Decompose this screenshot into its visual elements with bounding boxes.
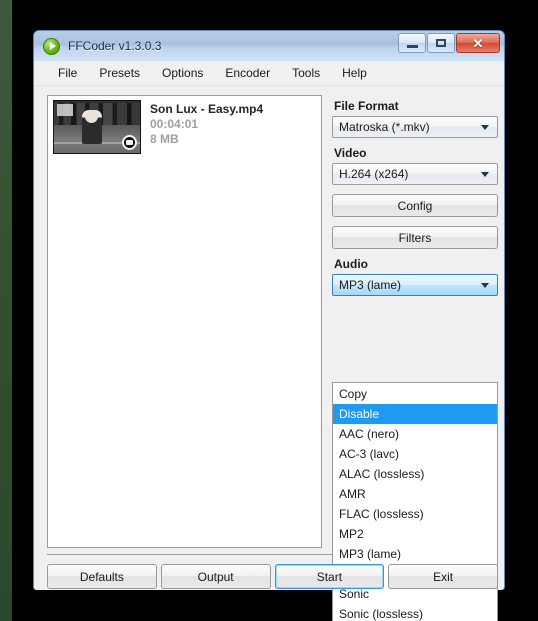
- output-button[interactable]: Output: [160, 564, 271, 589]
- close-icon: ✕: [472, 35, 484, 51]
- dropdown-option[interactable]: Copy: [333, 384, 497, 404]
- window-title: FFCoder v1.3.0.3: [68, 39, 162, 53]
- menu-item-presets[interactable]: Presets: [88, 64, 151, 82]
- action-button-bar: Defaults Output Start Exit: [47, 564, 498, 589]
- dropdown-option[interactable]: MP2: [333, 524, 497, 544]
- file-duration: 00:04:01: [150, 117, 199, 131]
- start-button[interactable]: Start: [274, 564, 385, 589]
- menu-item-tools[interactable]: Tools: [281, 64, 331, 82]
- screenshot-root: FFCoder v1.3.0.3 ✕ File Presets Options …: [0, 0, 538, 621]
- exit-button[interactable]: Exit: [388, 564, 498, 589]
- file-format-select[interactable]: Matroska (*.mkv): [332, 116, 498, 138]
- menu-item-file[interactable]: File: [47, 64, 88, 82]
- video-codec-value: H.264 (x264): [339, 167, 409, 181]
- chevron-down-icon: [481, 171, 489, 177]
- play-circle-icon: [43, 37, 60, 55]
- file-list-panel[interactable]: Son Lux - Easy.mp4 00:04:01 8 MB: [47, 95, 322, 548]
- file-format-label: File Format: [334, 99, 399, 113]
- maximize-button[interactable]: [427, 33, 455, 53]
- video-thumbnail: [53, 100, 141, 154]
- dropdown-option[interactable]: MP3 (lame): [333, 544, 497, 564]
- minimize-button[interactable]: [398, 33, 426, 53]
- window-controls: ✕: [398, 33, 500, 53]
- dropdown-option[interactable]: AC-3 (lavc): [333, 444, 497, 464]
- media-type-badge-icon: [122, 135, 137, 150]
- list-item[interactable]: Son Lux - Easy.mp4 00:04:01 8 MB: [48, 96, 321, 158]
- client-area: Son Lux - Easy.mp4 00:04:01 8 MB File Fo…: [34, 86, 504, 621]
- menu-item-help[interactable]: Help: [331, 64, 378, 82]
- chevron-down-icon: [481, 282, 489, 288]
- menu-bar: File Presets Options Encoder Tools Help: [34, 61, 504, 86]
- dropdown-option[interactable]: ALAC (lossless): [333, 464, 497, 484]
- video-label: Video: [334, 146, 367, 160]
- video-codec-select[interactable]: H.264 (x264): [332, 163, 498, 185]
- window-titlebar[interactable]: FFCoder v1.3.0.3 ✕: [34, 31, 504, 61]
- menu-item-encoder[interactable]: Encoder: [214, 64, 281, 82]
- file-format-value: Matroska (*.mkv): [339, 120, 430, 134]
- config-button[interactable]: Config: [332, 194, 498, 217]
- audio-codec-value: MP3 (lame): [339, 278, 402, 292]
- dropdown-option[interactable]: AMR: [333, 484, 497, 504]
- filters-button[interactable]: Filters: [332, 226, 498, 249]
- ffcoder-main-window: FFCoder v1.3.0.3 ✕ File Presets Options …: [33, 30, 505, 621]
- dropdown-option[interactable]: Disable: [333, 404, 497, 424]
- dropdown-option[interactable]: AAC (nero): [333, 424, 497, 444]
- audio-codec-select[interactable]: MP3 (lame): [332, 274, 498, 296]
- file-info: Son Lux - Easy.mp4 00:04:01 8 MB: [150, 100, 263, 147]
- close-button[interactable]: ✕: [456, 33, 500, 53]
- settings-panel: File Format Matroska (*.mkv) Video H.264…: [332, 91, 498, 296]
- menu-item-options[interactable]: Options: [151, 64, 214, 82]
- file-name: Son Lux - Easy.mp4: [150, 102, 264, 116]
- defaults-button[interactable]: Defaults: [47, 564, 157, 589]
- dropdown-option[interactable]: FLAC (lossless): [333, 504, 497, 524]
- desktop-backdrop-strip: [0, 0, 12, 621]
- dropdown-option[interactable]: Sonic (lossless): [333, 604, 497, 621]
- audio-label: Audio: [334, 257, 368, 271]
- maximize-icon: [436, 39, 446, 47]
- chevron-down-icon: [481, 124, 489, 130]
- minimize-icon: [406, 44, 418, 48]
- file-size: 8 MB: [150, 132, 179, 146]
